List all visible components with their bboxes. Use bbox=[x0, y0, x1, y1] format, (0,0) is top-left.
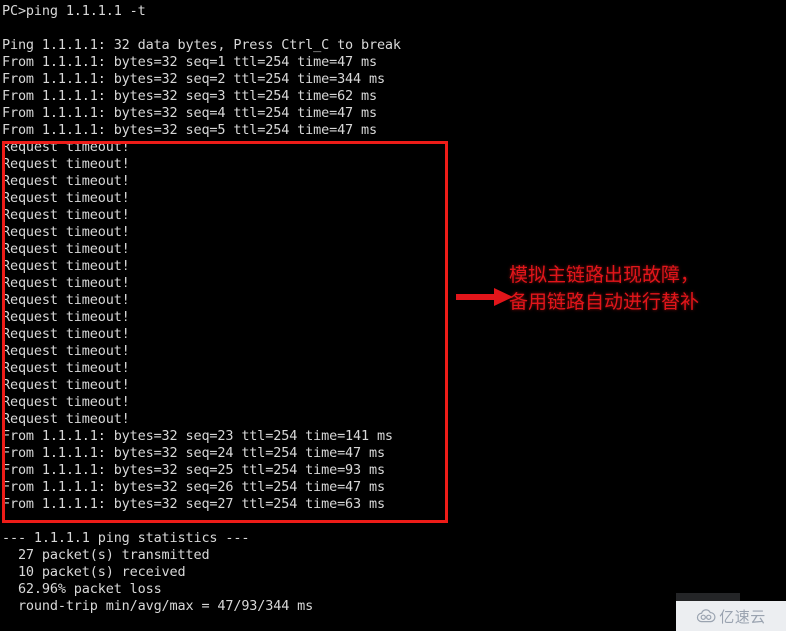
ping-reply-line: From 1.1.1.1: bytes=32 seq=3 ttl=254 tim… bbox=[2, 88, 377, 104]
prompt-line: PC>ping 1.1.1.1 -t bbox=[2, 3, 146, 19]
statistics-transmitted: 27 packet(s) transmitted bbox=[2, 547, 210, 563]
ping-reply-line: From 1.1.1.1: bytes=32 seq=27 ttl=254 ti… bbox=[2, 496, 385, 512]
right-arrow-icon bbox=[456, 288, 513, 306]
ping-reply-line: From 1.1.1.1: bytes=32 seq=4 ttl=254 tim… bbox=[2, 105, 377, 121]
request-timeout-line: Request timeout! bbox=[2, 360, 130, 376]
annotation-line-1: 模拟主链路出现故障， bbox=[509, 264, 700, 286]
statistics-received: 10 packet(s) received bbox=[2, 564, 186, 580]
request-timeout-line: Request timeout! bbox=[2, 207, 130, 223]
ping-reply-line: From 1.1.1.1: bytes=32 seq=23 ttl=254 ti… bbox=[2, 428, 393, 444]
ping-reply-line: From 1.1.1.1: bytes=32 seq=24 ttl=254 ti… bbox=[2, 445, 385, 461]
request-timeout-line: Request timeout! bbox=[2, 190, 130, 206]
ping-reply-line: From 1.1.1.1: bytes=32 seq=26 ttl=254 ti… bbox=[2, 479, 385, 495]
statistics-round-trip: round-trip min/avg/max = 47/93/344 ms bbox=[2, 598, 314, 614]
watermark-text: 亿速云 bbox=[719, 607, 766, 626]
request-timeout-line: Request timeout! bbox=[2, 343, 130, 359]
annotation-line-2: 备用链路自动进行替补 bbox=[509, 291, 700, 313]
request-timeout-line: Request timeout! bbox=[2, 411, 130, 427]
request-timeout-line: Request timeout! bbox=[2, 173, 130, 189]
request-timeout-line: Request timeout! bbox=[2, 309, 130, 325]
ping-reply-line: From 1.1.1.1: bytes=32 seq=2 ttl=254 tim… bbox=[2, 71, 385, 87]
statistics-header: --- 1.1.1.1 ping statistics --- bbox=[2, 530, 250, 546]
request-timeout-line: Request timeout! bbox=[2, 224, 130, 240]
cloud-icon bbox=[697, 609, 716, 623]
request-timeout-line: Request timeout! bbox=[2, 156, 130, 172]
ping-reply-line: From 1.1.1.1: bytes=32 seq=5 ttl=254 tim… bbox=[2, 122, 377, 138]
statistics-packet-loss: 62.96% packet loss bbox=[2, 581, 162, 597]
request-timeout-line: Request timeout! bbox=[2, 326, 130, 342]
annotation-note: 模拟主链路出现故障， 备用链路自动进行替补 bbox=[509, 262, 779, 316]
request-timeout-line: Request timeout! bbox=[2, 139, 130, 155]
request-timeout-line: Request timeout! bbox=[2, 258, 130, 274]
request-timeout-line: Request timeout! bbox=[2, 275, 130, 291]
request-timeout-line: Request timeout! bbox=[2, 241, 130, 257]
request-timeout-line: Request timeout! bbox=[2, 394, 130, 410]
watermark: 亿速云 bbox=[676, 601, 786, 631]
ping-reply-line: From 1.1.1.1: bytes=32 seq=25 ttl=254 ti… bbox=[2, 462, 385, 478]
ping-reply-line: From 1.1.1.1: bytes=32 seq=1 ttl=254 tim… bbox=[2, 54, 377, 70]
ping-header-line: Ping 1.1.1.1: 32 data bytes, Press Ctrl_… bbox=[2, 37, 401, 53]
request-timeout-line: Request timeout! bbox=[2, 377, 130, 393]
console-output: PC>ping 1.1.1.1 -t Ping 1.1.1.1: 32 data… bbox=[2, 3, 472, 615]
terminal-window: PC>ping 1.1.1.1 -t Ping 1.1.1.1: 32 data… bbox=[0, 0, 786, 631]
request-timeout-line: Request timeout! bbox=[2, 292, 130, 308]
